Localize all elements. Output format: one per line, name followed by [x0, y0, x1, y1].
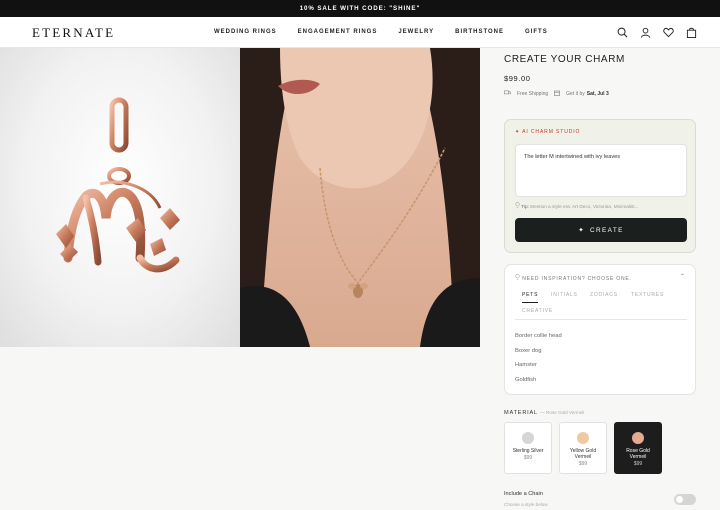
material-option-sterling-silver[interactable]: Sterling Silver $99: [504, 422, 552, 474]
sparkle-icon: ✦: [515, 129, 521, 135]
tab-pets[interactable]: PETS: [522, 292, 539, 303]
sparkle-icon: ✦: [578, 227, 585, 234]
material-option-rose-gold[interactable]: Rose Gold Vermeil $99: [614, 422, 662, 474]
material-price: $99: [633, 461, 643, 467]
product-image-model[interactable]: [240, 48, 480, 347]
bag-icon[interactable]: [685, 26, 698, 39]
material-option-yellow-gold[interactable]: Yellow Gold Vermeil $99: [559, 422, 607, 474]
nav-gifts[interactable]: GIFTS: [525, 29, 548, 35]
include-chain-sub: Choose a style below: [504, 502, 548, 507]
inspiration-tabs: PETS INITIALS ZODIACS TEXTURES CREATIVE: [515, 290, 687, 320]
search-icon[interactable]: [616, 26, 629, 39]
swatch: [577, 432, 589, 444]
include-chain-label: Include a Chain: [504, 491, 543, 497]
inspiration-title: NEED INSPIRATION? CHOOSE ONE.: [515, 274, 632, 282]
material-selected: Rose Gold Vermeil: [546, 410, 585, 415]
product-price: $99.00: [504, 74, 531, 83]
material-name: Sterling Silver: [512, 448, 544, 454]
material-name: Yellow Gold Vermeil: [569, 448, 597, 460]
charm-prompt-input[interactable]: The letter M intertwined with ivy leaves: [515, 144, 687, 197]
account-icon[interactable]: [639, 26, 652, 39]
inspiration-list: Border collie head Boxer dog Hamster Gol…: [515, 333, 562, 392]
ai-charm-studio: ✦ AI CHARM STUDIO The letter M intertwin…: [504, 119, 696, 253]
heart-icon[interactable]: [662, 26, 675, 39]
create-button[interactable]: ✦ CREATE: [515, 218, 687, 242]
shipping-info: Free Shipping Get it by Sat, Jul 3: [504, 90, 609, 98]
material-label: MATERIAL — Rose Gold Vermeil: [504, 410, 585, 416]
list-item[interactable]: Border collie head: [515, 333, 562, 348]
site-header: ETERNATE WEDDING RINGS ENGAGEMENT RINGS …: [0, 17, 720, 48]
list-item[interactable]: Boxer dog: [515, 348, 562, 363]
nav-wedding-rings[interactable]: WEDDING RINGS: [214, 29, 277, 35]
tip-text: Tip: Mention a style era: Art Deco, Vict…: [515, 202, 638, 209]
nav-jewelry[interactable]: JEWELRY: [398, 29, 434, 35]
chevron-up-icon[interactable]: ⌃: [680, 273, 685, 280]
tab-initials[interactable]: INITIALS: [551, 292, 578, 298]
truck-icon: [504, 90, 511, 98]
delivery-date: Sat, Jul 3: [586, 91, 609, 97]
material-price: $99: [578, 461, 588, 467]
swatch: [522, 432, 534, 444]
free-shipping-text: Free Shipping: [517, 91, 549, 97]
list-item[interactable]: Hamster: [515, 362, 562, 377]
include-chain-toggle[interactable]: [674, 494, 696, 505]
product-title: CREATE YOUR CHARM: [504, 54, 625, 65]
tab-creative[interactable]: CREATIVE: [522, 308, 553, 314]
delivery-prefix: Get it by: [566, 91, 585, 97]
swatch: [632, 432, 644, 444]
tab-zodiacs[interactable]: ZODIACS: [590, 292, 618, 298]
tab-textures[interactable]: TEXTURES: [631, 292, 664, 298]
promo-banner: 10% SALE WITH CODE: "SHINE": [0, 0, 720, 17]
product-image-charm[interactable]: [0, 48, 240, 347]
nav-engagement-rings[interactable]: ENGAGEMENT RINGS: [298, 29, 378, 35]
logo[interactable]: ETERNATE: [32, 25, 115, 41]
inspiration-panel: NEED INSPIRATION? CHOOSE ONE. ⌃ PETS INI…: [504, 264, 696, 395]
material-name: Rose Gold Vermeil: [626, 448, 650, 460]
studio-label: ✦ AI CHARM STUDIO: [515, 129, 581, 135]
nav-birthstone[interactable]: BIRTHSTONE: [455, 29, 504, 35]
calendar-icon: [554, 90, 560, 98]
list-item[interactable]: Goldfish: [515, 377, 562, 392]
material-price: $99: [523, 455, 533, 461]
header-icons: [616, 26, 698, 39]
main-nav: WEDDING RINGS ENGAGEMENT RINGS JEWELRY B…: [214, 29, 548, 35]
